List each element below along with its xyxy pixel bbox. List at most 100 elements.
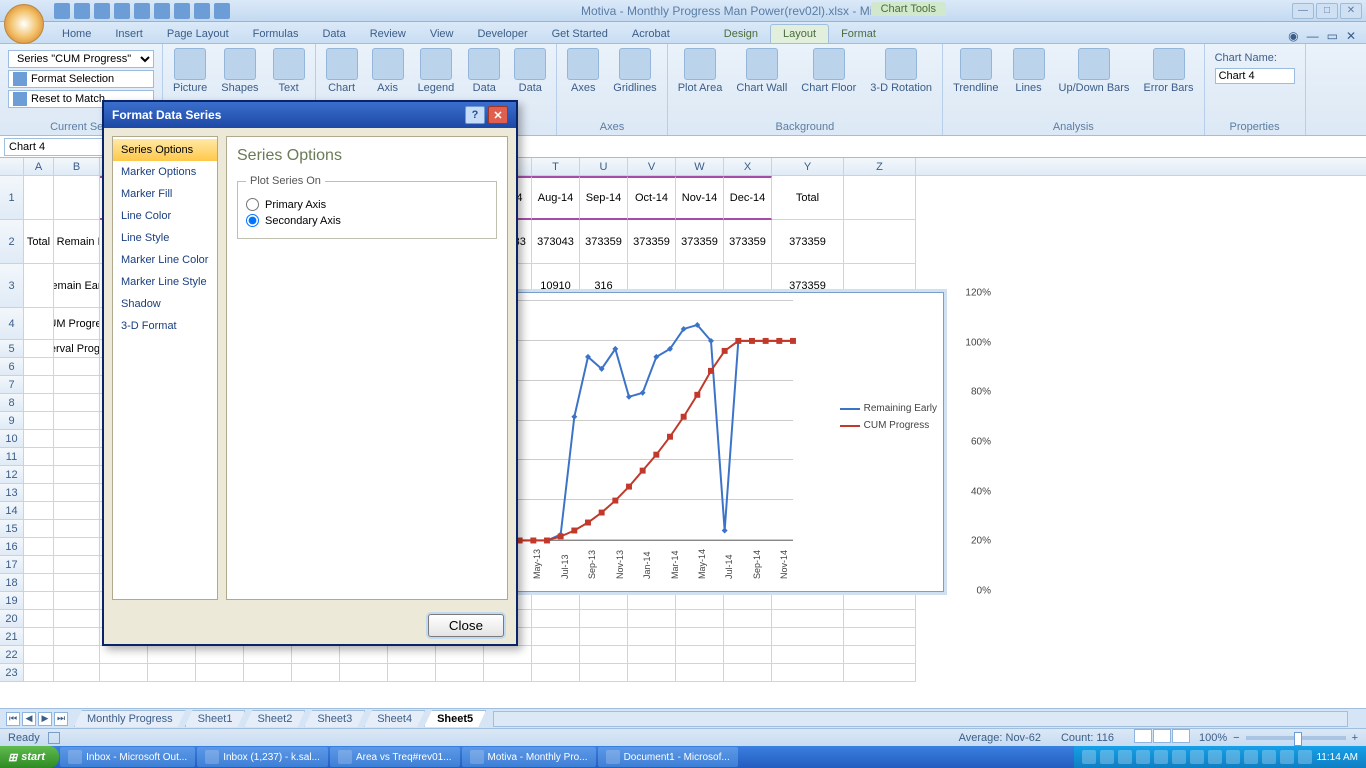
taskbar-item[interactable]: Motiva - Monthly Pro...: [462, 747, 596, 767]
tab-insert[interactable]: Insert: [103, 25, 155, 43]
radio-secondary-axis[interactable]: Secondary Axis: [246, 214, 488, 227]
row-header[interactable]: 17: [0, 556, 24, 574]
row-header[interactable]: 20: [0, 610, 24, 628]
dialog-help-button[interactable]: ?: [465, 106, 485, 124]
zoom-out-icon[interactable]: −: [1233, 732, 1239, 744]
tab-design[interactable]: Design: [712, 25, 770, 43]
save-icon[interactable]: [54, 3, 70, 19]
row-header[interactable]: 3: [0, 264, 24, 308]
minimize-button[interactable]: —: [1292, 3, 1314, 19]
insert-text-button[interactable]: Text: [269, 46, 309, 96]
nav-3d-format[interactable]: 3-D Format: [113, 315, 217, 337]
row-header[interactable]: 15: [0, 520, 24, 538]
plot-area-button[interactable]: Plot Area: [674, 46, 727, 96]
row-header[interactable]: 14: [0, 502, 24, 520]
clock[interactable]: 11:14 AM: [1316, 752, 1358, 763]
restore-window-icon[interactable]: ▭: [1327, 29, 1338, 43]
embedded-chart[interactable]: 0%20%40%60%80%100%120% Mar-13May-13Jul-1…: [494, 292, 944, 592]
column-header[interactable]: Z: [844, 158, 916, 175]
column-header[interactable]: A: [24, 158, 54, 175]
tray-icon[interactable]: [1172, 750, 1186, 764]
row-header[interactable]: 7: [0, 376, 24, 394]
tab-data[interactable]: Data: [310, 25, 357, 43]
legend-button[interactable]: Legend: [414, 46, 459, 96]
nav-series-options[interactable]: Series Options: [113, 139, 217, 161]
row-header[interactable]: 13: [0, 484, 24, 502]
zoom-level[interactable]: 100%: [1199, 732, 1227, 744]
axes-button[interactable]: Axes: [563, 46, 603, 96]
sheet-tab[interactable]: Sheet4: [364, 710, 425, 727]
zoom-in-icon[interactable]: +: [1352, 732, 1358, 744]
column-header[interactable]: U: [580, 158, 628, 175]
tab-view[interactable]: View: [418, 25, 466, 43]
tray-icon[interactable]: [1262, 750, 1276, 764]
lines-button[interactable]: Lines: [1009, 46, 1049, 96]
row-header[interactable]: 2: [0, 220, 24, 264]
row-header[interactable]: 21: [0, 628, 24, 646]
tray-icon[interactable]: [1154, 750, 1168, 764]
row-header[interactable]: 6: [0, 358, 24, 376]
qat-icon[interactable]: [134, 3, 150, 19]
qat-icon[interactable]: [154, 3, 170, 19]
error-bars-button[interactable]: Error Bars: [1139, 46, 1197, 96]
sheet-tab[interactable]: Monthly Progress: [74, 710, 186, 727]
sheet-tab[interactable]: Sheet5: [424, 710, 486, 727]
dialog-close-button[interactable]: ✕: [488, 106, 508, 124]
tab-format[interactable]: Format: [829, 25, 888, 43]
close-button[interactable]: ✕: [1340, 3, 1362, 19]
start-button[interactable]: ⊞start: [0, 746, 59, 768]
row-header[interactable]: 16: [0, 538, 24, 556]
sheet-tab[interactable]: Sheet2: [244, 710, 305, 727]
column-header[interactable]: B: [54, 158, 100, 175]
taskbar-item[interactable]: Inbox - Microsoft Out...: [60, 747, 195, 767]
nav-marker-line-style[interactable]: Marker Line Style: [113, 271, 217, 293]
data-labels-button[interactable]: Data: [464, 46, 504, 96]
print-preview-icon[interactable]: [114, 3, 130, 19]
row-header[interactable]: 12: [0, 466, 24, 484]
tray-icon[interactable]: [1136, 750, 1150, 764]
tab-home[interactable]: Home: [50, 25, 103, 43]
tray-icon[interactable]: [1280, 750, 1294, 764]
taskbar-item[interactable]: Area vs Treq#rev01...: [330, 747, 460, 767]
chart-name-input[interactable]: [1215, 68, 1295, 84]
column-header[interactable]: T: [532, 158, 580, 175]
format-selection-button[interactable]: Format Selection: [8, 70, 154, 88]
help-icon[interactable]: ◉: [1288, 29, 1298, 43]
nav-marker-line-color[interactable]: Marker Line Color: [113, 249, 217, 271]
prev-sheet-icon[interactable]: ◀: [22, 712, 36, 726]
insert-picture-button[interactable]: Picture: [169, 46, 211, 96]
next-sheet-icon[interactable]: ▶: [38, 712, 52, 726]
tray-icon[interactable]: [1226, 750, 1240, 764]
undo-icon[interactable]: [74, 3, 90, 19]
chart-title-button[interactable]: Chart: [322, 46, 362, 96]
zoom-slider[interactable]: [1246, 736, 1346, 740]
row-header[interactable]: 10: [0, 430, 24, 448]
close-workbook-icon[interactable]: ✕: [1346, 29, 1356, 43]
chart-element-selector[interactable]: Series "CUM Progress": [8, 50, 154, 68]
nav-marker-fill[interactable]: Marker Fill: [113, 183, 217, 205]
trendline-button[interactable]: Trendline: [949, 46, 1002, 96]
system-tray[interactable]: 11:14 AM: [1074, 746, 1366, 768]
nav-marker-options[interactable]: Marker Options: [113, 161, 217, 183]
name-box[interactable]: Chart 4: [4, 138, 104, 156]
sheet-tab[interactable]: Sheet1: [185, 710, 246, 727]
maximize-button[interactable]: □: [1316, 3, 1338, 19]
3d-rotation-button[interactable]: 3-D Rotation: [866, 46, 936, 96]
column-header[interactable]: W: [676, 158, 724, 175]
taskbar-item[interactable]: Inbox (1,237) - k.sal...: [197, 747, 328, 767]
minimize-ribbon-icon[interactable]: —: [1307, 29, 1319, 43]
row-header[interactable]: 9: [0, 412, 24, 430]
view-buttons[interactable]: [1134, 729, 1191, 746]
redo-icon[interactable]: [94, 3, 110, 19]
radio-primary-axis[interactable]: Primary Axis: [246, 198, 488, 211]
tray-icon[interactable]: [1244, 750, 1258, 764]
tab-formulas[interactable]: Formulas: [241, 25, 311, 43]
tray-icon[interactable]: [1100, 750, 1114, 764]
row-header[interactable]: 4: [0, 308, 24, 340]
horizontal-scrollbar[interactable]: [493, 711, 1348, 727]
column-header[interactable]: V: [628, 158, 676, 175]
nav-shadow[interactable]: Shadow: [113, 293, 217, 315]
row-header[interactable]: 5: [0, 340, 24, 358]
tray-icon[interactable]: [1208, 750, 1222, 764]
data-table-button[interactable]: Data: [510, 46, 550, 96]
